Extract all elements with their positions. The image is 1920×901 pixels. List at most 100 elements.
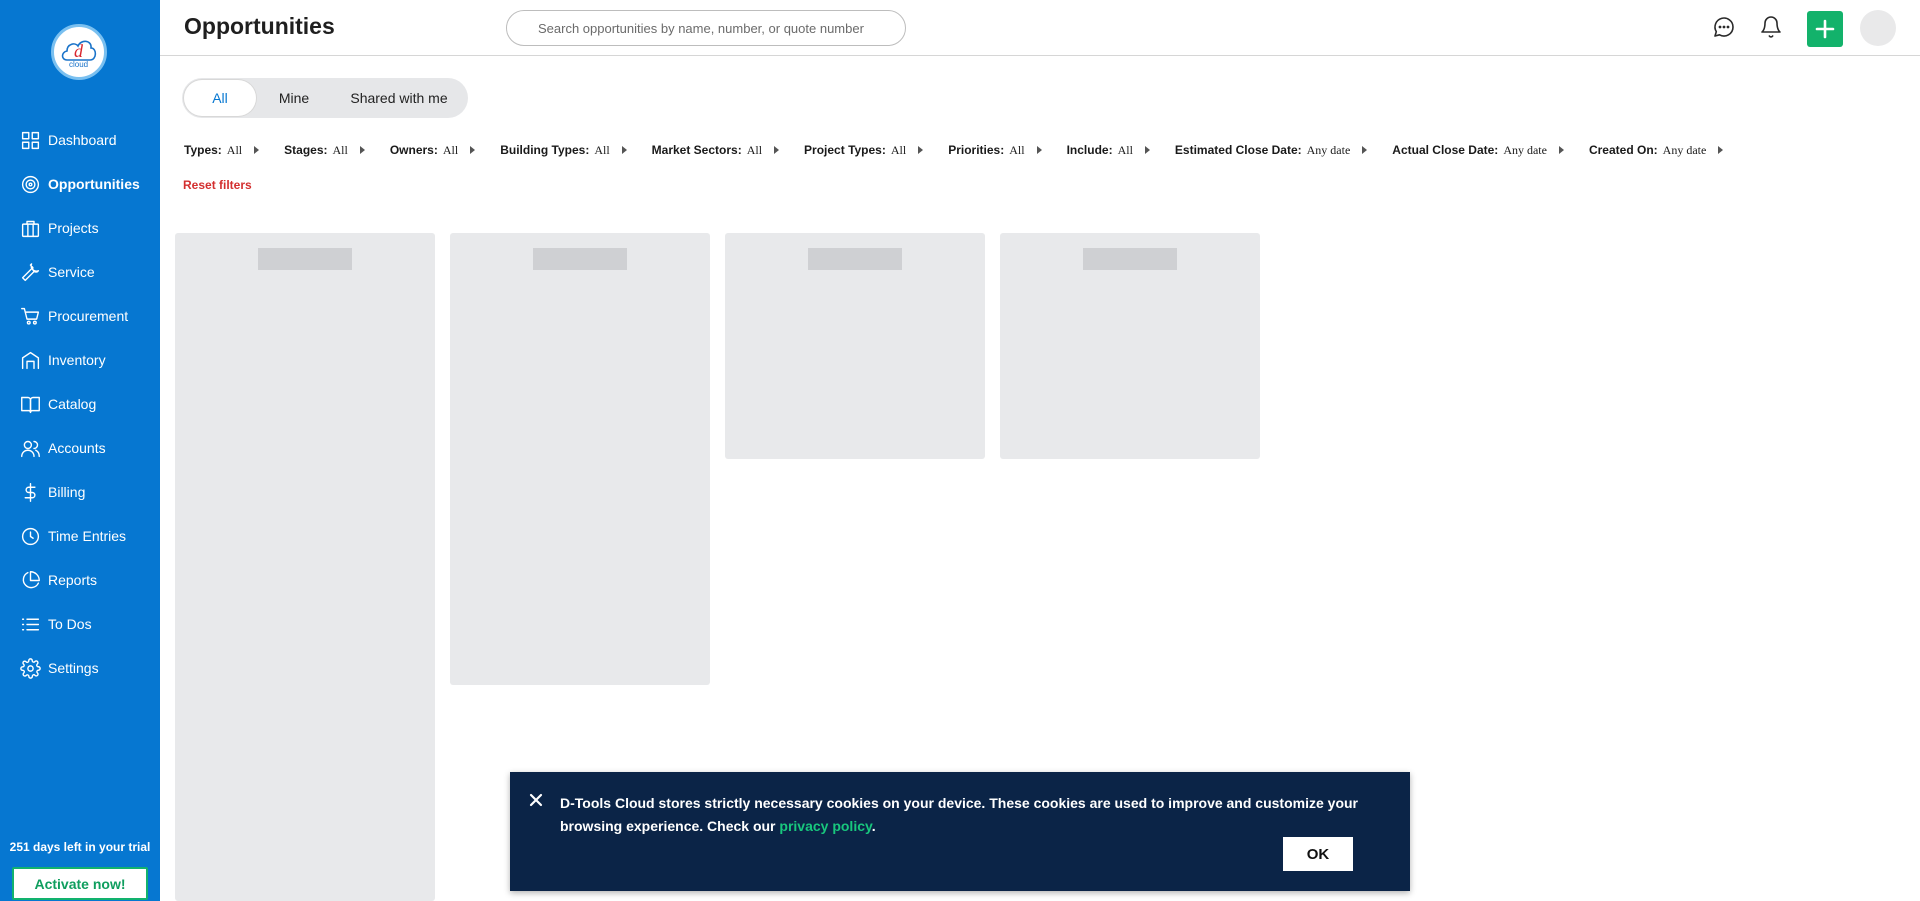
filter-estimated-close-date[interactable]: Estimated Close Date: Any date bbox=[1175, 143, 1392, 158]
svg-text:cloud: cloud bbox=[69, 60, 88, 69]
tab-all[interactable]: All bbox=[184, 80, 256, 116]
chat-icon[interactable] bbox=[1711, 14, 1737, 40]
caret-right-icon bbox=[1558, 146, 1564, 154]
sidebar-item-label: Billing bbox=[48, 484, 86, 500]
filter-value: All bbox=[442, 142, 459, 157]
filter-owners[interactable]: Owners: All bbox=[390, 143, 500, 158]
sidebar-item-billing[interactable]: Billing bbox=[0, 470, 160, 514]
sidebar-item-procurement[interactable]: Procurement bbox=[0, 294, 160, 338]
sidebar-item-to-dos[interactable]: To Dos bbox=[0, 602, 160, 646]
sidebar-item-label: Time Entries bbox=[48, 528, 127, 544]
wrench-icon bbox=[19, 261, 41, 283]
d-tools-cloud-logo[interactable]: d cloud bbox=[51, 24, 107, 80]
page-title: Opportunities bbox=[184, 13, 335, 39]
avatar[interactable] bbox=[1860, 10, 1896, 46]
cookie-ok-button[interactable]: OK bbox=[1283, 837, 1353, 871]
filter-value: All bbox=[1117, 142, 1133, 157]
filter-priorities[interactable]: Priorities: All bbox=[948, 143, 1066, 158]
filter-market-sectors[interactable]: Market Sectors: All bbox=[652, 143, 804, 158]
filter-stages[interactable]: Stages: All bbox=[284, 143, 390, 158]
clock-icon bbox=[19, 525, 41, 547]
privacy-policy-link[interactable]: privacy policy bbox=[779, 818, 871, 834]
pie-chart-icon bbox=[19, 569, 41, 591]
svg-text:d: d bbox=[74, 41, 84, 61]
caret-right-icon bbox=[1144, 146, 1150, 154]
filter-value: Any date bbox=[1503, 142, 1547, 157]
filter-label: Building Types: bbox=[500, 143, 590, 157]
skeleton-column bbox=[175, 233, 435, 901]
filter-label: Estimated Close Date: bbox=[1174, 143, 1302, 157]
trial-status-text: 251 days left in your trial bbox=[9, 840, 151, 854]
filter-bar: Types: All Stages: All Owners: All Build… bbox=[184, 140, 1748, 160]
filter-types[interactable]: Types: All bbox=[184, 143, 284, 158]
filter-value: All bbox=[332, 142, 348, 157]
sidebar-item-label: Inventory bbox=[48, 352, 106, 368]
add-new-button[interactable] bbox=[1807, 11, 1843, 47]
caret-right-icon bbox=[918, 146, 924, 154]
sidebar-item-label: Opportunities bbox=[48, 176, 140, 192]
filter-value: All bbox=[226, 142, 243, 157]
sidebar-item-label: Dashboard bbox=[48, 132, 117, 148]
list-icon bbox=[19, 613, 41, 635]
skeleton-column bbox=[1000, 233, 1260, 459]
tab-mine[interactable]: Mine bbox=[256, 80, 332, 116]
filter-include[interactable]: Include: All bbox=[1067, 143, 1175, 158]
close-icon[interactable] bbox=[528, 792, 544, 808]
app-root: d cloud Dashboard Opportunities Projects… bbox=[0, 0, 1920, 901]
skeleton-column bbox=[450, 233, 710, 685]
filter-value: All bbox=[1009, 142, 1025, 157]
plus-icon bbox=[1815, 19, 1835, 39]
filter-label: Owners: bbox=[389, 143, 438, 157]
sidebar-item-label: Catalog bbox=[48, 396, 97, 412]
filter-label: Include: bbox=[1066, 143, 1113, 157]
sidebar-item-label: Reports bbox=[48, 572, 98, 588]
sidebar-item-label: Service bbox=[48, 264, 95, 280]
warehouse-icon bbox=[19, 349, 41, 371]
filter-building-types[interactable]: Building Types: All bbox=[500, 143, 651, 158]
ownership-tabs: All Mine Shared with me bbox=[182, 78, 468, 118]
sidebar-item-projects[interactable]: Projects bbox=[0, 206, 160, 250]
caret-right-icon bbox=[1718, 146, 1724, 154]
sidebar-nav: Dashboard Opportunities Projects Service… bbox=[0, 118, 160, 690]
sidebar-item-reports[interactable]: Reports bbox=[0, 558, 160, 602]
filter-created-on[interactable]: Created On: Any date bbox=[1589, 143, 1748, 158]
filter-label: Created On: bbox=[1588, 143, 1658, 157]
gear-icon bbox=[19, 657, 41, 679]
caret-right-icon bbox=[774, 146, 780, 154]
briefcase-icon bbox=[19, 217, 41, 239]
dashboard-icon bbox=[19, 129, 41, 151]
skeleton-header-bar bbox=[808, 248, 902, 270]
filter-value: All bbox=[746, 142, 763, 157]
caret-right-icon bbox=[1036, 146, 1042, 154]
search-input[interactable] bbox=[507, 11, 905, 45]
sidebar-item-label: Projects bbox=[48, 220, 99, 236]
cart-icon bbox=[19, 305, 41, 327]
sidebar-item-accounts[interactable]: Accounts bbox=[0, 426, 160, 470]
reset-filters-link[interactable]: Reset filters bbox=[183, 178, 252, 192]
search-box bbox=[506, 10, 906, 46]
top-header: Opportunities bbox=[160, 0, 1920, 56]
sidebar-item-service[interactable]: Service bbox=[0, 250, 160, 294]
tab-shared-with-me[interactable]: Shared with me bbox=[332, 80, 466, 116]
caret-right-icon bbox=[470, 146, 476, 154]
sidebar-item-catalog[interactable]: Catalog bbox=[0, 382, 160, 426]
sidebar: d cloud Dashboard Opportunities Projects… bbox=[0, 0, 160, 901]
sidebar-item-dashboard[interactable]: Dashboard bbox=[0, 118, 160, 162]
sidebar-item-inventory[interactable]: Inventory bbox=[0, 338, 160, 382]
sidebar-item-settings[interactable]: Settings bbox=[0, 646, 160, 690]
sidebar-item-opportunities[interactable]: Opportunities bbox=[0, 162, 160, 206]
bell-icon[interactable] bbox=[1758, 14, 1784, 40]
skeleton-header-bar bbox=[533, 248, 627, 270]
sidebar-item-time-entries[interactable]: Time Entries bbox=[0, 514, 160, 558]
dollar-icon bbox=[19, 481, 41, 503]
caret-right-icon bbox=[1362, 146, 1368, 154]
filter-actual-close-date[interactable]: Actual Close Date: Any date bbox=[1392, 143, 1589, 158]
filter-label: Priorities: bbox=[948, 143, 1005, 157]
filter-project-types[interactable]: Project Types: All bbox=[804, 143, 948, 158]
filter-label: Stages: bbox=[284, 143, 328, 157]
skeleton-header-bar bbox=[1083, 248, 1177, 270]
activate-now-button[interactable]: Activate now! bbox=[12, 867, 148, 900]
filter-value: Any date bbox=[1662, 142, 1707, 157]
target-icon bbox=[19, 173, 41, 195]
book-icon bbox=[19, 393, 41, 415]
